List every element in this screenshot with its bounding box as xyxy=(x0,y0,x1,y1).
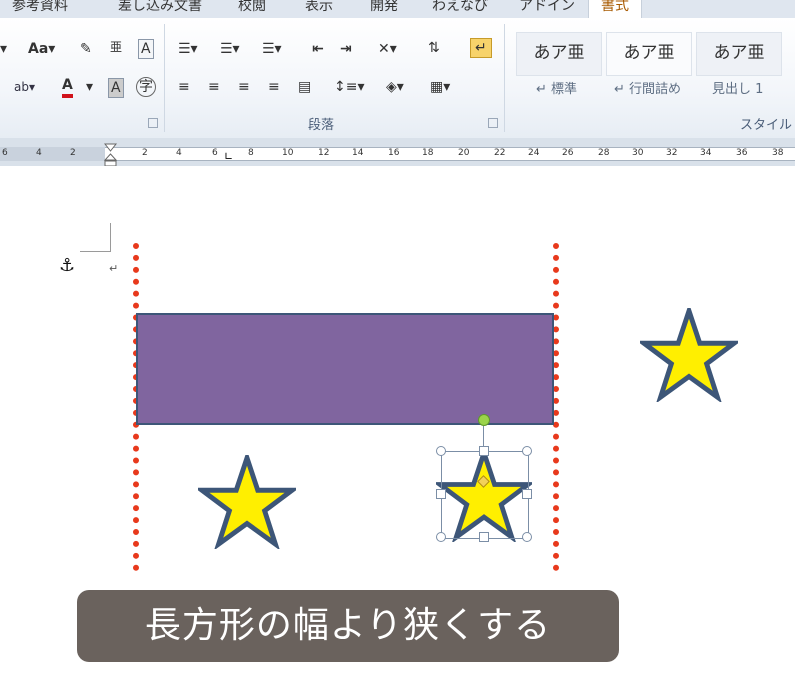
enclose-char-button[interactable]: 字 xyxy=(136,77,156,97)
ruler-number: 38 xyxy=(772,148,784,158)
resize-handle-n[interactable] xyxy=(479,446,489,456)
ruler-number: 36 xyxy=(736,148,748,158)
clear-format-icon[interactable]: ✎ xyxy=(80,40,92,58)
font-dropdown-arrow-icon[interactable]: ▾ xyxy=(0,40,7,58)
font-color-button[interactable]: A xyxy=(62,76,73,98)
highlight-label: ab xyxy=(14,80,29,94)
rotation-handle[interactable] xyxy=(478,414,490,426)
shading-icon[interactable]: ◈▾ xyxy=(386,78,404,96)
style-no-spacing-caption: ↵ 行間詰め xyxy=(614,82,682,97)
purple-rectangle[interactable] xyxy=(136,313,554,425)
styles-group-label: スタイル xyxy=(740,118,793,133)
char-border-button[interactable]: A xyxy=(138,39,154,59)
group-separator xyxy=(164,24,165,132)
tab-view[interactable]: 表示 xyxy=(305,0,333,15)
ribbon: ▾ Aa▾ ✎ 亜 A ab▾ A ▾ A 字 ☰▾ ☰▾ ☰▾ ⇤ ⇥ ✕▾ … xyxy=(0,18,795,139)
distributed-icon[interactable]: ▤ xyxy=(298,78,311,96)
paragraph-mark: ↵ xyxy=(109,262,119,275)
font-group-launcher-icon[interactable] xyxy=(148,118,158,128)
ruler-number: 22 xyxy=(494,148,506,158)
borders-icon[interactable]: ▦▾ xyxy=(430,78,450,96)
highlight-button[interactable]: ab▾ xyxy=(14,78,35,96)
resize-handle-se[interactable] xyxy=(522,532,532,542)
horizontal-ruler[interactable]: 6 4 2 2 4 6 8 10 12 14 16 18 20 22 24 26 28 30 32 34 36 38 ∟ xyxy=(0,138,795,167)
ruler-number: 4 xyxy=(36,148,42,158)
tab-review[interactable]: 校閲 xyxy=(238,0,266,15)
sort-icon[interactable]: ⇅ xyxy=(428,39,440,57)
resize-handle-sw[interactable] xyxy=(436,532,446,542)
char-shading-button[interactable]: A xyxy=(108,78,124,98)
ruler-number: 32 xyxy=(666,148,678,158)
tab-developer[interactable]: 開発 xyxy=(370,0,398,15)
ruler-number: 30 xyxy=(632,148,644,158)
style-standard[interactable]: あア亜 xyxy=(516,32,602,76)
tab-waenavi[interactable]: わえなび xyxy=(432,0,488,15)
indent-marker-icon[interactable] xyxy=(104,143,118,167)
align-center-icon[interactable]: ≡ xyxy=(208,78,220,96)
ruler-number: 6 xyxy=(212,148,218,158)
style-heading1-caption: 見出し 1 xyxy=(712,82,764,97)
resize-handle-s[interactable] xyxy=(479,532,489,542)
margin-corner-mark xyxy=(80,223,111,252)
paragraph-group-launcher-icon[interactable] xyxy=(488,118,498,128)
asian-layout-icon[interactable]: ✕▾ xyxy=(378,40,397,58)
line-spacing-icon[interactable]: ↕≡▾ xyxy=(334,78,365,96)
change-case-button[interactable]: Aa▾ xyxy=(28,40,55,58)
anchor-icon: ⚓ xyxy=(59,255,76,276)
resize-handle-e[interactable] xyxy=(522,489,532,499)
justify-icon[interactable]: ≡ xyxy=(268,78,280,96)
star-shape-left[interactable] xyxy=(198,455,296,549)
ruler-margin xyxy=(0,147,105,161)
ruler-number: 12 xyxy=(318,148,330,158)
ruler-number: 26 xyxy=(562,148,574,158)
ruler-number: 8 xyxy=(248,148,254,158)
phonetic-guide-button[interactable]: 亜 xyxy=(110,38,122,56)
ruler-number: 18 xyxy=(422,148,434,158)
ruler-number: 10 xyxy=(282,148,294,158)
style-no-spacing[interactable]: あア亜 xyxy=(606,32,692,76)
ruler-number: 34 xyxy=(700,148,712,158)
ruler-number: 2 xyxy=(142,148,148,158)
resize-handle-ne[interactable] xyxy=(522,446,532,456)
resize-handle-nw[interactable] xyxy=(436,446,446,456)
style-standard-caption: ↵ 標準 xyxy=(536,82,578,97)
star-shape-top-right[interactable] xyxy=(640,308,738,402)
align-left-icon[interactable]: ≡ xyxy=(178,78,190,96)
paragraph-group-label: 段落 xyxy=(308,118,335,133)
style-heading1[interactable]: あア亜 xyxy=(696,32,782,76)
tab-format[interactable]: 書式 xyxy=(588,0,642,19)
ruler-number: 24 xyxy=(528,148,540,158)
ribbon-tab-bar: 参考資料 差し込み文書 校閲 表示 開発 わえなび アドイン 書式 xyxy=(0,0,795,19)
align-right-icon[interactable]: ≡ xyxy=(238,78,250,96)
tab-addins[interactable]: アドイン xyxy=(519,0,575,15)
tab-mailings[interactable]: 差し込み文書 xyxy=(118,0,202,15)
font-color-dropdown-icon[interactable]: ▾ xyxy=(86,78,93,96)
ruler-number: 14 xyxy=(352,148,364,158)
selection-frame xyxy=(441,451,529,539)
change-case-label: Aa xyxy=(28,41,49,57)
resize-handle-w[interactable] xyxy=(436,489,446,499)
bullets-icon[interactable]: ☰▾ xyxy=(178,40,198,58)
ruler-number: 28 xyxy=(598,148,610,158)
numbering-icon[interactable]: ☰▾ xyxy=(220,40,240,58)
increase-indent-icon[interactable]: ⇥ xyxy=(340,40,352,58)
tab-references[interactable]: 参考資料 xyxy=(12,0,68,15)
group-separator xyxy=(504,24,505,132)
tab-stop-icon[interactable]: ∟ xyxy=(224,150,233,163)
ruler-number: 16 xyxy=(388,148,400,158)
ruler-number: 2 xyxy=(70,148,76,158)
multilevel-list-icon[interactable]: ☰▾ xyxy=(262,40,282,58)
ruler-number: 20 xyxy=(458,148,470,158)
ruler-number: 6 xyxy=(2,148,8,158)
show-marks-icon[interactable]: ↵ xyxy=(470,38,492,58)
caption-banner: 長方形の幅より狭くする xyxy=(77,590,619,662)
decrease-indent-icon[interactable]: ⇤ xyxy=(312,40,324,58)
ruler-number: 4 xyxy=(176,148,182,158)
